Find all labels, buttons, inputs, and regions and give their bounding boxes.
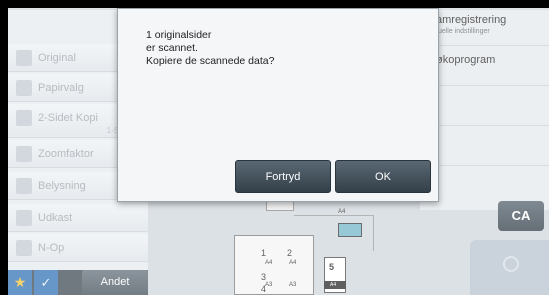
message-line-3: Kopiere de scannede data? [146,55,275,67]
message-line-2: er scannet. [146,42,198,54]
ok-button[interactable]: OK [335,160,431,193]
cancel-button[interactable]: Fortryd [235,160,331,193]
message-line-1: 1 originalsider [146,29,212,41]
copier-screen: Original A Papirvalg 2-Sidet Kopi 1-Side… [0,0,549,295]
screen-frame-top [0,0,549,8]
screen-frame-left [0,0,8,295]
dialog-message: 1 originalsider er scannet. Kopiere de s… [146,29,274,68]
confirm-dialog: 1 originalsider er scannet. Kopiere de s… [117,8,439,202]
